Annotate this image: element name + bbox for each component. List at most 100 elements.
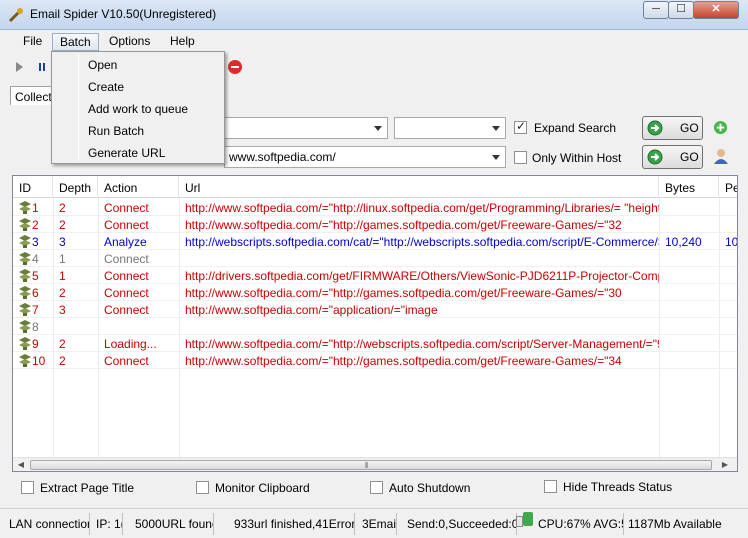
col-header-id[interactable]: ID — [13, 176, 53, 198]
menu-file[interactable]: File — [21, 33, 44, 51]
hide-threads-status-checkbox[interactable] — [544, 480, 557, 493]
menu-item-open[interactable]: Open — [54, 54, 222, 76]
cell-depth: 3 — [59, 235, 66, 249]
scroll-thumb[interactable]: ⦀ — [30, 460, 712, 470]
cell-url: http://www.softpedia.com/="http://games.… — [185, 354, 622, 368]
pause-icon[interactable] — [34, 59, 50, 75]
results-table[interactable]: ID Depth Action Url Bytes Pe 1 2 Connect ht… — [12, 175, 738, 472]
status-memory: 1187Mb Available — [628, 517, 722, 531]
cell-url: http://www.softpedia.com/="http://games.… — [185, 218, 622, 232]
cell-action: Connect — [104, 218, 149, 232]
cell-id: 1 — [32, 201, 39, 215]
cell-pe — [719, 335, 737, 352]
cell-id: 5 — [32, 269, 39, 283]
menu-options[interactable]: Options — [107, 33, 152, 51]
table-row[interactable]: 6 2 Connect http://www.softpedia.com/="http… — [13, 284, 737, 301]
cell-depth: 2 — [59, 337, 66, 351]
tab-collect[interactable]: Collect — [10, 86, 54, 106]
cell-depth: 2 — [59, 354, 66, 368]
table-row[interactable]: 7 3 Connect http://www.softpedia.com/="appl… — [13, 301, 737, 318]
col-header-action[interactable]: Action — [98, 176, 179, 198]
cell-bytes — [659, 318, 719, 335]
monitor-clipboard-checkbox[interactable] — [196, 481, 209, 494]
col-header-url[interactable]: Url — [179, 176, 659, 198]
spider-app-icon — [8, 8, 23, 23]
menu-batch[interactable]: Batch — [52, 33, 99, 51]
cell-url — [179, 250, 659, 267]
only-within-host-label: Only Within Host — [532, 151, 622, 165]
cell-bytes — [659, 250, 719, 267]
col-header-pe[interactable]: Pe — [719, 176, 737, 198]
scroll-left-icon[interactable]: ◀ — [13, 458, 29, 471]
col-header-bytes[interactable]: Bytes — [659, 176, 719, 198]
scroll-right-icon[interactable]: ▶ — [717, 458, 733, 471]
search-keyword-combo[interactable] — [224, 117, 388, 139]
table-row[interactable]: 9 2 Loading... http://www.softpedia.com/="h… — [13, 335, 737, 352]
user-icon[interactable] — [713, 148, 729, 165]
send-indicator-icon — [516, 516, 523, 527]
cell-bytes: 10,240 — [665, 235, 702, 249]
table-header: ID Depth Action Url Bytes Pe — [13, 176, 737, 198]
cell-bytes — [659, 335, 719, 352]
status-connection: LAN connection — [6, 513, 90, 535]
menu-item-run-batch[interactable]: Run Batch — [54, 120, 222, 142]
menu-item-generate-url[interactable]: Generate URL — [54, 142, 222, 164]
close-button[interactable]: ✕ — [693, 1, 739, 19]
cell-action — [98, 318, 179, 335]
status-url-found: 5000URL found — [132, 513, 214, 535]
cell-action: Connect — [104, 303, 149, 317]
table-row[interactable]: 5 1 Connect http://drivers.softpedia.com/ge… — [13, 267, 737, 284]
table-row[interactable]: 8 — [13, 318, 737, 335]
only-within-host-checkbox[interactable] — [514, 151, 527, 164]
horizontal-scrollbar[interactable]: ◀ ⦀ ▶ — [13, 457, 737, 471]
table-row[interactable]: 3 3 Analyze http://webscripts.softpedia.com… — [13, 233, 737, 250]
cell-id: 2 — [32, 218, 39, 232]
col-header-depth[interactable]: Depth — [53, 176, 98, 198]
cell-bytes — [659, 301, 719, 318]
auto-shutdown-checkbox[interactable] — [370, 481, 383, 494]
status-bar: LAN connection IP: 1( 5000URL found 933u… — [0, 508, 748, 538]
cell-depth: 2 — [59, 286, 66, 300]
go-button-url[interactable]: GO — [642, 145, 703, 169]
menu-item-add-work-to-queue[interactable]: Add work to queue — [54, 98, 222, 120]
chevron-down-icon — [374, 126, 382, 131]
add-icon[interactable] — [713, 120, 728, 135]
menu-item-create[interactable]: Create — [54, 76, 222, 98]
menu-help[interactable]: Help — [168, 33, 197, 51]
cell-id: 6 — [32, 286, 39, 300]
expand-search-label: Expand Search — [534, 121, 617, 135]
chevron-down-icon — [492, 155, 500, 160]
cell-depth: 1 — [59, 252, 66, 266]
cell-url: http://www.softpedia.com/="http://games.… — [185, 286, 622, 300]
go-button-search[interactable]: GO — [642, 116, 703, 140]
table-row[interactable]: 2 2 Connect http://www.softpedia.com/="http… — [13, 216, 737, 233]
cell-pe — [719, 199, 737, 216]
auto-shutdown-label: Auto Shutdown — [389, 481, 471, 495]
cell-id: 10 — [32, 354, 46, 368]
cell-pe — [719, 352, 737, 369]
cell-id: 7 — [32, 303, 39, 317]
cell-pe — [719, 301, 737, 318]
extract-page-title-checkbox[interactable] — [21, 481, 34, 494]
search-engine-combo[interactable] — [394, 117, 506, 139]
start-url-combo[interactable]: www.softpedia.com/ — [224, 146, 506, 168]
table-row[interactable]: 1 2 Connect http://www.softpedia.com/="http… — [13, 199, 737, 216]
status-email: 3Email — [359, 513, 397, 535]
expand-search-checkbox[interactable] — [514, 119, 527, 134]
table-row[interactable]: 4 1 Connect — [13, 250, 737, 267]
cell-action: Connect — [104, 269, 149, 283]
cell-action: Analyze — [104, 235, 147, 249]
cell-bytes — [659, 199, 719, 216]
stop-icon[interactable] — [227, 59, 243, 75]
cell-id: 4 — [32, 252, 39, 266]
cell-pe — [719, 250, 737, 267]
minimize-button[interactable]: ─ — [643, 1, 669, 19]
cell-id: 9 — [32, 337, 39, 351]
play-icon[interactable] — [11, 59, 27, 75]
go-arrow-icon — [647, 149, 663, 165]
table-row[interactable]: 10 2 Connect http://www.softpedia.com/="htt… — [13, 352, 737, 369]
cell-action: Loading... — [104, 337, 157, 351]
cell-pe — [719, 284, 737, 301]
cell-pe — [719, 267, 737, 284]
maximize-button[interactable]: ☐ — [668, 1, 694, 19]
